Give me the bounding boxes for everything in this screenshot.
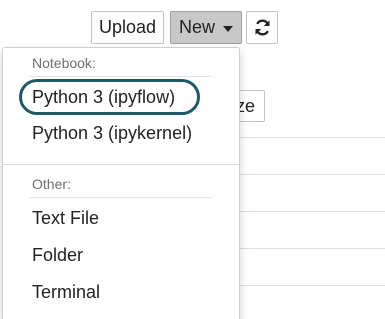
list-divider xyxy=(240,211,385,212)
notebook-tree-view: Upload New ze Notebook: Python 3 (ipyflo… xyxy=(0,0,385,319)
caret-down-icon xyxy=(223,26,233,32)
refresh-icon xyxy=(255,19,270,36)
menu-item-python3-ipyflow[interactable]: Python 3 (ipyflow) xyxy=(32,87,175,108)
list-divider xyxy=(240,285,385,286)
menu-item-terminal[interactable]: Terminal xyxy=(32,282,100,303)
menu-item-folder[interactable]: Folder xyxy=(32,245,83,266)
menu-header-rule xyxy=(29,76,213,77)
list-divider xyxy=(240,137,385,138)
menu-separator xyxy=(3,164,239,165)
menu-item-python3-ipykernel[interactable]: Python 3 (ipykernel) xyxy=(32,123,192,144)
new-dropdown-menu: Notebook: Python 3 (ipyflow) Python 3 (i… xyxy=(2,47,240,319)
refresh-button[interactable] xyxy=(246,11,278,44)
menu-header-other: Other: xyxy=(32,176,71,192)
new-button-label: New xyxy=(179,17,216,37)
new-dropdown-button[interactable]: New xyxy=(170,11,242,44)
file-list xyxy=(230,77,385,319)
menu-header-rule xyxy=(29,197,213,198)
upload-button[interactable]: Upload xyxy=(91,11,164,44)
list-divider xyxy=(240,248,385,249)
menu-header-notebook: Notebook: xyxy=(32,55,96,71)
list-divider xyxy=(240,174,385,175)
menu-item-text-file[interactable]: Text File xyxy=(32,208,99,229)
